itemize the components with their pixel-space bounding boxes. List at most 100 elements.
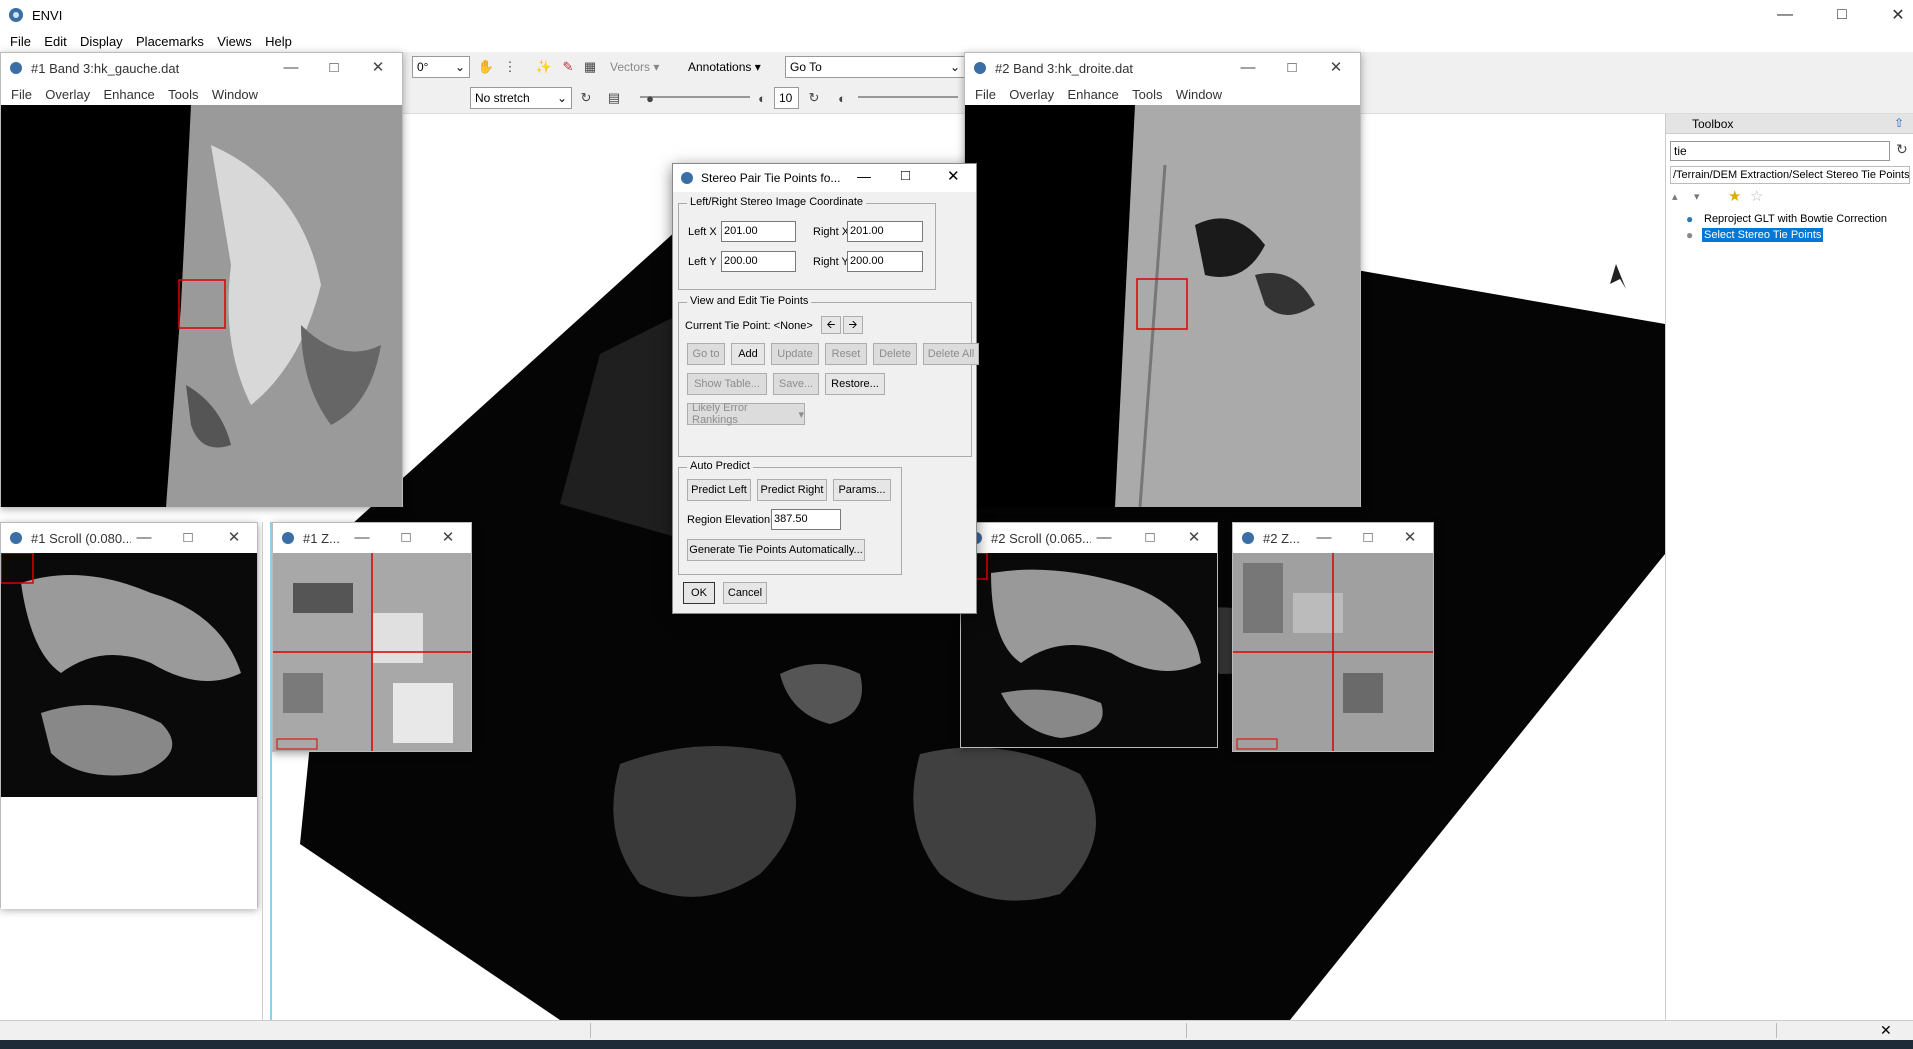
delete-all-button[interactable]: Delete All bbox=[923, 343, 979, 365]
maximize-button[interactable]: □ bbox=[901, 167, 910, 184]
menu-overlay[interactable]: Overlay bbox=[35, 83, 90, 102]
band2-image[interactable] bbox=[965, 105, 1360, 507]
save-button[interactable]: Save... bbox=[773, 373, 819, 395]
favorite-star-icon[interactable]: ★ bbox=[1728, 187, 1741, 205]
layer-icon[interactable]: ▦ bbox=[580, 57, 600, 77]
scroll1-title-bar[interactable]: #1 Scroll (0.080... — □ ✕ bbox=[1, 523, 257, 553]
restore-button[interactable]: Restore... bbox=[825, 373, 885, 395]
expand-icon[interactable]: ▾ bbox=[1694, 190, 1700, 203]
menu-tools[interactable]: Tools bbox=[158, 83, 198, 102]
stereo-tie-points-dialog[interactable]: Stereo Pair Tie Points fo... — □ ✕ Left/… bbox=[672, 163, 979, 614]
maximize-button[interactable]: □ bbox=[1814, 0, 1870, 30]
vectors-dropdown[interactable]: Vectors ▾ bbox=[610, 60, 659, 74]
close-button[interactable]: ✕ bbox=[433, 527, 463, 549]
menu-window[interactable]: Window bbox=[202, 83, 258, 102]
toolbox-item-reproject[interactable]: ● Reproject GLT with Bowtie Correction bbox=[1678, 212, 1913, 228]
scroll2-title-bar[interactable]: #2 Scroll (0.065... — □ ✕ bbox=[961, 523, 1217, 553]
params-button[interactable]: Params... bbox=[833, 479, 891, 501]
close-icon[interactable]: ✕ bbox=[1880, 1022, 1892, 1039]
goto-field[interactable]: Go To ⌄ bbox=[785, 56, 965, 78]
annotations-dropdown[interactable]: Annotations ▾ bbox=[688, 60, 761, 74]
maximize-button[interactable]: □ bbox=[1135, 527, 1165, 549]
minimize-button[interactable]: — bbox=[1089, 527, 1119, 549]
menu-edit[interactable]: Edit bbox=[34, 30, 66, 49]
next-arrow-button[interactable]: 🡪 bbox=[843, 316, 863, 334]
toolbox-search-input[interactable]: tie bbox=[1670, 141, 1890, 161]
menu-overlay[interactable]: Overlay bbox=[999, 83, 1054, 102]
maximize-button[interactable]: □ bbox=[1277, 57, 1307, 79]
error-rankings-dropdown[interactable]: Likely Error Rankings ▾ bbox=[687, 402, 805, 426]
ok-button[interactable]: OK bbox=[683, 582, 715, 604]
minimize-button[interactable]: — bbox=[1309, 527, 1339, 549]
band1-window[interactable]: #1 Band 3:hk_gauche.dat — □ ✕ File Overl… bbox=[0, 52, 403, 507]
refresh-icon[interactable]: ↻ bbox=[1896, 141, 1908, 158]
splitter[interactable] bbox=[262, 522, 272, 1020]
sharpen-field[interactable]: 10 bbox=[774, 87, 799, 109]
close-button[interactable]: ✕ bbox=[363, 57, 393, 79]
minimize-button[interactable]: — bbox=[1233, 57, 1263, 79]
reset-button[interactable]: Reset bbox=[825, 343, 867, 365]
menu-file[interactable]: File bbox=[0, 30, 31, 49]
maximize-button[interactable]: □ bbox=[319, 57, 349, 79]
close-button[interactable]: ✕ bbox=[1179, 527, 1209, 549]
grid-icon[interactable]: ⋮ bbox=[500, 57, 520, 77]
rotation-select[interactable]: 0° ⌄ bbox=[412, 56, 470, 78]
add-favorite-icon[interactable]: ☆ bbox=[1750, 187, 1763, 205]
maximize-button[interactable]: □ bbox=[391, 527, 421, 549]
dialog-title-bar[interactable]: Stereo Pair Tie Points fo... — □ ✕ bbox=[673, 164, 976, 192]
scroll1-image[interactable] bbox=[1, 553, 257, 797]
region-elevation-input[interactable]: 387.50 bbox=[771, 509, 841, 530]
reset-icon[interactable]: ↻ bbox=[804, 88, 824, 108]
transparency-slider[interactable] bbox=[858, 96, 958, 98]
menu-enhance[interactable]: Enhance bbox=[1057, 83, 1118, 102]
band1-title-bar[interactable]: #1 Band 3:hk_gauche.dat — □ ✕ bbox=[1, 53, 402, 83]
histogram-icon[interactable]: ▤ bbox=[604, 88, 624, 108]
maximize-button[interactable]: □ bbox=[173, 527, 203, 549]
close-button[interactable]: ✕ bbox=[1870, 0, 1913, 30]
scroll2-window[interactable]: #2 Scroll (0.065... — □ ✕ bbox=[960, 522, 1218, 748]
menu-window[interactable]: Window bbox=[1166, 83, 1222, 102]
menu-file[interactable]: File bbox=[965, 83, 996, 102]
prev-arrow-button[interactable]: 🡨 bbox=[821, 316, 841, 334]
pan-icon[interactable]: ✋ bbox=[476, 57, 496, 77]
close-button[interactable]: ✕ bbox=[947, 167, 960, 185]
scroll1-window[interactable]: #1 Scroll (0.080... — □ ✕ bbox=[0, 522, 258, 909]
band2-title-bar[interactable]: #2 Band 3:hk_droite.dat — □ ✕ bbox=[965, 53, 1360, 83]
draw-icon[interactable]: ✎ bbox=[558, 57, 578, 77]
menu-enhance[interactable]: Enhance bbox=[93, 83, 154, 102]
goto-button[interactable]: Go to bbox=[687, 343, 725, 365]
menu-placemarks[interactable]: Placemarks bbox=[126, 30, 204, 49]
menu-file[interactable]: File bbox=[1, 83, 32, 102]
measure-icon[interactable]: ✨ bbox=[534, 57, 554, 77]
toolbox-item-select-stereo[interactable]: ● Select Stereo Tie Points bbox=[1678, 228, 1913, 244]
minimize-button[interactable]: — bbox=[129, 527, 159, 549]
delete-button[interactable]: Delete bbox=[873, 343, 917, 365]
close-button[interactable]: ✕ bbox=[219, 527, 249, 549]
scroll2-image[interactable] bbox=[961, 553, 1217, 747]
predict-left-button[interactable]: Predict Left bbox=[687, 479, 751, 501]
zoom1-title-bar[interactable]: #1 Z... — □ ✕ bbox=[273, 523, 471, 553]
add-button[interactable]: Add bbox=[731, 343, 765, 365]
minimize-button[interactable]: — bbox=[347, 527, 377, 549]
zoom2-window[interactable]: #2 Z... — □ ✕ bbox=[1232, 522, 1434, 752]
left-y-input[interactable]: 200.00 bbox=[721, 251, 796, 272]
refresh-icon[interactable]: ↻ bbox=[576, 88, 596, 108]
maximize-button[interactable]: □ bbox=[1353, 527, 1383, 549]
dock-icon[interactable]: ⇧ bbox=[1894, 116, 1904, 130]
collapse-icon[interactable]: ▴ bbox=[1672, 190, 1678, 203]
menu-display[interactable]: Display bbox=[70, 30, 123, 49]
minimize-button[interactable]: — bbox=[276, 57, 306, 79]
predict-right-button[interactable]: Predict Right bbox=[757, 479, 827, 501]
stretch-select[interactable]: No stretch ⌄ bbox=[470, 87, 572, 109]
zoom2-title-bar[interactable]: #2 Z... — □ ✕ bbox=[1233, 523, 1433, 553]
minimize-button[interactable]: — bbox=[1757, 0, 1813, 30]
zoom2-image[interactable] bbox=[1233, 553, 1433, 751]
show-table-button[interactable]: Show Table... bbox=[687, 373, 767, 395]
menu-views[interactable]: Views bbox=[207, 30, 251, 49]
minimize-button[interactable]: — bbox=[857, 168, 871, 184]
left-x-input[interactable]: 201.00 bbox=[721, 221, 796, 242]
close-button[interactable]: ✕ bbox=[1395, 527, 1425, 549]
close-button[interactable]: ✕ bbox=[1321, 57, 1351, 79]
right-x-input[interactable]: 201.00 bbox=[847, 221, 923, 242]
band2-window[interactable]: #2 Band 3:hk_droite.dat — □ ✕ File Overl… bbox=[964, 52, 1361, 507]
